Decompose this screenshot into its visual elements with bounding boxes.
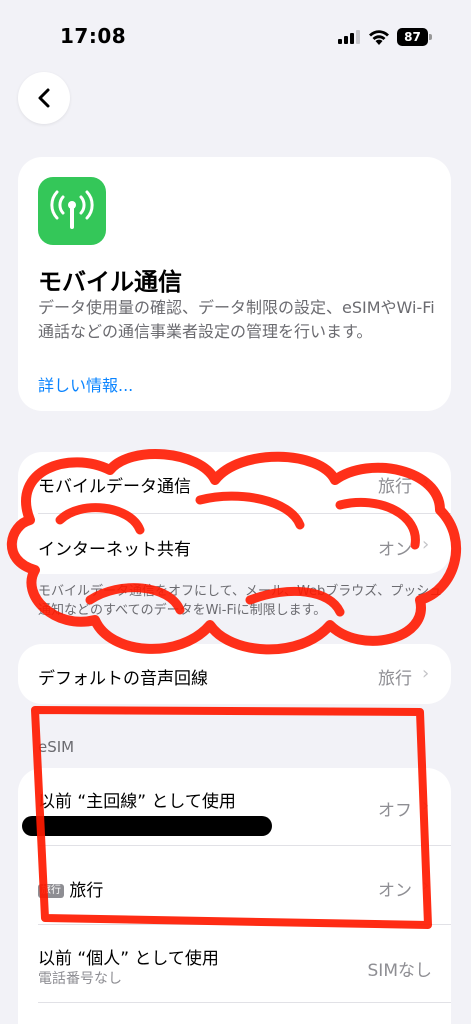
divider (38, 924, 451, 925)
sim-badge: 旅行 (38, 884, 64, 898)
page-title: モバイル通信 (38, 268, 182, 296)
row-mobile-data-label[interactable]: モバイルデータ通信 (38, 472, 191, 497)
row-esim-travel[interactable]: 旅行 旅行 (38, 876, 103, 901)
divider (38, 845, 451, 846)
row-esim-personal-label[interactable]: 以前 “個人” として使用 (38, 944, 219, 969)
mobile-data-footnote: モバイルデータ通信をオフにして、メール、Webブラウズ、プッシュ通知などのすべて… (38, 584, 443, 618)
status-time: 17:08 (60, 24, 127, 48)
row-default-voice-value: 旅行 (378, 669, 412, 689)
learn-more-link[interactable]: 詳しい情報... (38, 372, 133, 396)
chevron-right-icon: › (422, 534, 430, 555)
row-esim-personal-sublabel: 電話番号なし (38, 971, 122, 987)
chevron-right-icon: › (422, 875, 430, 896)
row-mobile-data-value: 旅行 (378, 477, 412, 497)
cellular-signal-icon (338, 30, 360, 44)
chevron-right-icon: › (422, 663, 430, 684)
divider (38, 513, 451, 514)
row-tethering-label[interactable]: インターネット共有 (38, 535, 191, 560)
chevron-left-icon (38, 88, 50, 108)
row-tethering-value: オン (378, 540, 412, 560)
cellular-antenna-icon (38, 177, 106, 245)
redacted-phone-number (22, 816, 272, 836)
battery-icon: 87 (397, 28, 433, 46)
row-esim-main-value: オフ (378, 801, 412, 821)
back-button[interactable] (18, 72, 70, 124)
battery-level: 87 (397, 28, 428, 46)
row-esim-travel-label: 旅行 (69, 881, 104, 901)
row-esim-main-label[interactable]: 以前 “主回線” として使用 (38, 787, 236, 812)
chevron-right-icon: › (422, 795, 430, 816)
esim-section-header: eSIM (38, 738, 75, 756)
row-default-voice-label[interactable]: デフォルトの音声回線 (38, 664, 208, 689)
divider (38, 1002, 451, 1003)
chevron-right-icon: › (422, 471, 430, 492)
row-esim-personal-value: SIMなし (367, 961, 432, 981)
row-esim-travel-value: オン (378, 881, 412, 901)
page-description: データ使用量の確認、データ制限の設定、eSIMやWi-Fi通話などの通信事業者設… (38, 298, 435, 341)
wifi-icon (369, 30, 389, 45)
